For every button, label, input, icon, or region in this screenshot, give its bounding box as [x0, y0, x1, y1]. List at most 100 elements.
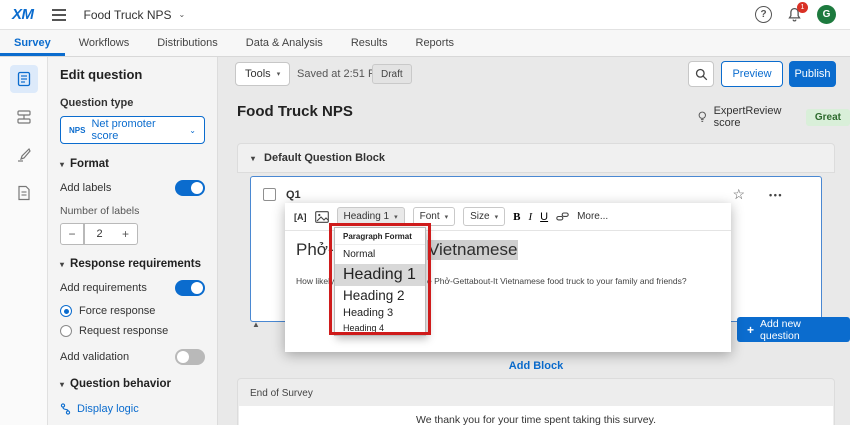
notifications-button[interactable]: 1	[787, 7, 802, 23]
score-badge: Great	[806, 109, 850, 126]
expert-review-score[interactable]: ExpertReview score Great	[697, 105, 850, 129]
branch-icon	[60, 403, 71, 415]
menu-option-heading-2[interactable]: Heading 2	[335, 286, 425, 305]
add-validation-toggle[interactable]	[175, 349, 205, 365]
add-block-link[interactable]: Add Block	[237, 360, 835, 372]
plus-icon: +	[747, 323, 754, 337]
question-behavior-label: Question behavior	[70, 378, 171, 390]
question-menu-icon[interactable]: •••	[769, 190, 783, 200]
publish-button[interactable]: Publish	[789, 61, 836, 87]
add-new-question-button[interactable]: + Add new question	[737, 317, 850, 342]
size-select[interactable]: Size ▾	[463, 207, 505, 226]
menu-option-normal[interactable]: Normal	[335, 245, 425, 264]
insert-image-icon[interactable]	[315, 211, 329, 223]
menu-option-heading-1[interactable]: Heading 1	[335, 264, 425, 286]
question-type-value: Net promoter score	[91, 118, 183, 142]
panel-title: Edit question	[60, 67, 205, 82]
format-section-label: Format	[70, 158, 109, 170]
lightbulb-icon	[697, 110, 708, 124]
main-nav: Survey Workflows Distributions Data & An…	[0, 30, 850, 57]
tab-results[interactable]: Results	[337, 30, 402, 56]
tools-label: Tools	[245, 68, 271, 80]
expert-review-label: ExpertReview score	[714, 105, 800, 129]
increment-button[interactable]: +	[114, 223, 138, 245]
question-block-header[interactable]: ▾ Default Question Block	[237, 143, 835, 173]
add-requirements-toggle[interactable]	[175, 280, 205, 296]
display-logic-link[interactable]: Display logic	[60, 403, 205, 415]
font-select[interactable]: Font ▾	[413, 207, 456, 226]
add-labels-label: Add labels	[60, 182, 111, 194]
search-button[interactable]	[688, 61, 714, 87]
help-button[interactable]: ?	[755, 6, 772, 23]
survey-options-icon[interactable]	[10, 179, 38, 207]
format-text-icon[interactable]: [A]	[294, 212, 307, 222]
block-title: Default Question Block	[264, 152, 385, 164]
question-type-label: Question type	[60, 97, 205, 109]
paragraph-format-select[interactable]: Heading 1 ▾	[337, 207, 405, 226]
italic-button[interactable]: I	[528, 211, 532, 223]
draft-badge: Draft	[372, 64, 412, 84]
more-button[interactable]: More...	[577, 211, 608, 222]
caret-down-icon: ▾	[445, 213, 449, 221]
hamburger-menu-icon[interactable]	[52, 9, 66, 21]
qualtrics-survey-editor: XM Food Truck NPS ⌄ ? 1 G Survey Workflo…	[0, 0, 850, 425]
radio-selected-icon	[60, 305, 72, 317]
question-description-fragment[interactable]: How likely	[296, 276, 334, 286]
format-section-header[interactable]: ▾ Format	[60, 158, 205, 170]
response-requirements-label: Response requirements	[70, 258, 201, 270]
look-and-feel-icon[interactable]	[10, 141, 38, 169]
force-response-option[interactable]: Force response	[60, 305, 205, 317]
survey-builder-icon[interactable]	[10, 65, 38, 93]
avatar[interactable]: G	[817, 5, 836, 24]
end-of-survey-block[interactable]: End of Survey We thank you for your time…	[237, 378, 835, 425]
chevron-down-icon: ⌄	[189, 126, 196, 135]
chevron-down-icon: ⌄	[179, 10, 186, 19]
question-description-fragment[interactable]: e Phở-Gettabout-It Vietnamese food truck…	[427, 276, 687, 286]
radio-unselected-icon	[60, 325, 72, 337]
number-of-labels-label: Number of labels	[60, 205, 205, 217]
question-id: Q1	[286, 189, 301, 201]
caret-down-icon: ▾	[277, 70, 281, 78]
question-checkbox[interactable]	[263, 188, 276, 201]
caret-down-icon: ▾	[394, 213, 398, 221]
tab-distributions[interactable]: Distributions	[143, 30, 232, 56]
paragraph-format-menu: Paragraph Format Normal Heading 1 Headin…	[334, 227, 426, 336]
survey-name-menu[interactable]: Food Truck NPS	[84, 8, 172, 22]
menu-header: Paragraph Format	[335, 228, 425, 245]
tab-workflows[interactable]: Workflows	[65, 30, 144, 56]
request-response-option[interactable]: Request response	[60, 325, 205, 337]
caret-down-icon: ▾	[60, 160, 64, 169]
tab-reports[interactable]: Reports	[402, 30, 469, 56]
response-requirements-section-header[interactable]: ▾ Response requirements	[60, 258, 205, 270]
menu-option-heading-4[interactable]: Heading 4	[335, 321, 425, 335]
decrement-button[interactable]: −	[60, 223, 84, 245]
tab-survey[interactable]: Survey	[0, 30, 65, 56]
add-validation-label: Add validation	[60, 351, 129, 363]
link-icon[interactable]	[556, 211, 569, 222]
notification-badge: 1	[797, 2, 808, 13]
collapse-question-icon[interactable]: ▲	[252, 320, 260, 329]
question-type-select[interactable]: NPS Net promoter score ⌄	[60, 116, 205, 144]
force-response-label: Force response	[79, 305, 155, 317]
caret-down-icon: ▾	[495, 213, 499, 221]
bold-button[interactable]: B	[513, 211, 520, 223]
underline-button[interactable]: U	[540, 211, 548, 223]
tools-button[interactable]: Tools ▾	[235, 62, 290, 86]
survey-flow-icon[interactable]	[10, 103, 38, 131]
end-of-survey-label: End of Survey	[238, 379, 834, 399]
preview-button[interactable]: Preview	[721, 61, 783, 87]
builder-rail	[0, 57, 48, 425]
add-labels-toggle[interactable]	[175, 180, 205, 196]
question-title-fragment-selected[interactable]: Vietnamese	[427, 240, 518, 260]
menu-option-heading-3[interactable]: Heading 3	[335, 305, 425, 321]
question-behavior-section-header[interactable]: ▾ Question behavior	[60, 378, 205, 390]
search-icon	[695, 68, 708, 81]
request-response-label: Request response	[79, 325, 168, 337]
paragraph-format-value: Heading 1	[344, 211, 390, 222]
question-title-fragment[interactable]: Phở-	[296, 240, 334, 260]
star-icon[interactable]: ☆	[732, 186, 745, 203]
font-select-label: Font	[420, 211, 440, 222]
tab-data-analysis[interactable]: Data & Analysis	[232, 30, 337, 56]
top-bar: XM Food Truck NPS ⌄ ? 1 G	[0, 0, 850, 30]
caret-down-icon: ▾	[251, 154, 255, 163]
